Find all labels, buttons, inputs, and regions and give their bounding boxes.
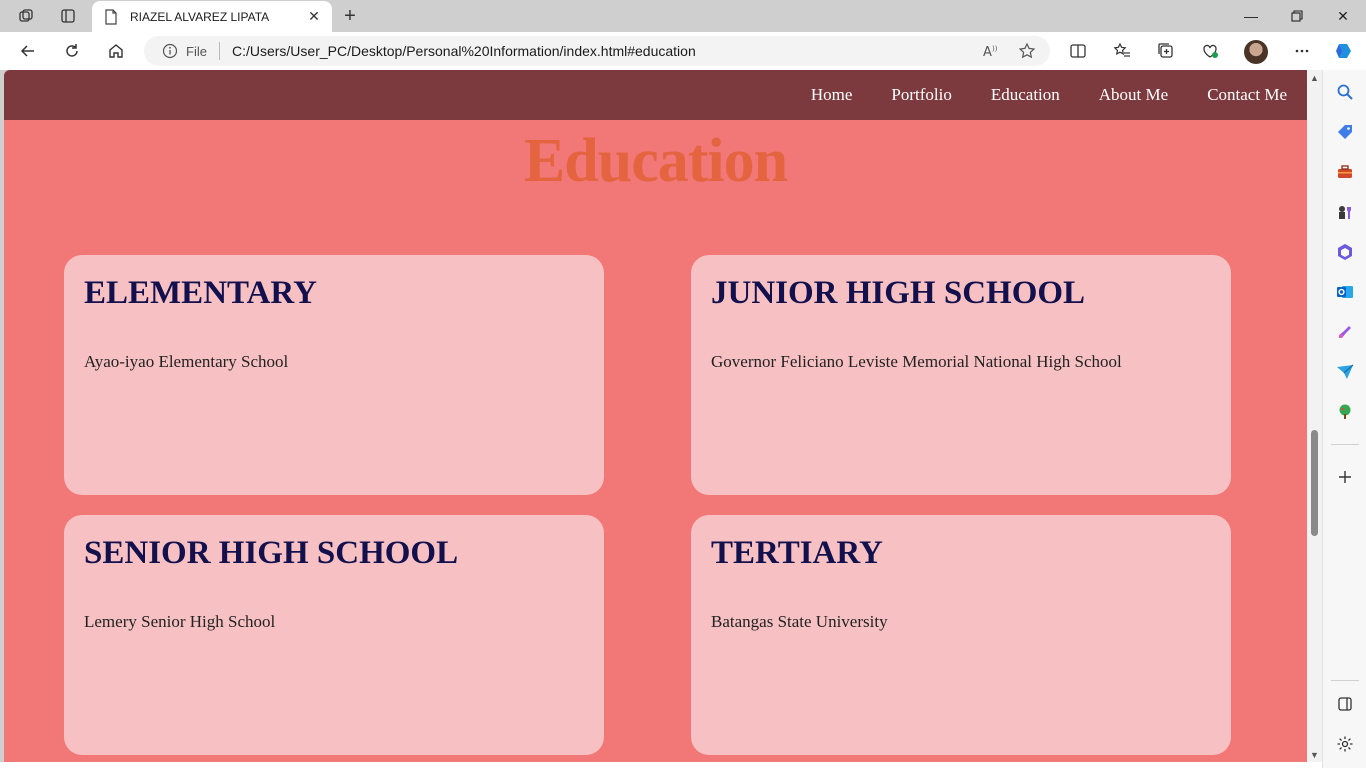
toolbox-icon[interactable] — [1333, 160, 1357, 184]
page-title: Education — [523, 127, 788, 195]
nav-education[interactable]: Education — [991, 85, 1060, 105]
education-card-tertiary: TERTIARY Batangas State University — [691, 515, 1231, 755]
nav-home[interactable]: Home — [811, 85, 853, 105]
read-aloud-icon[interactable]: A)) — [980, 40, 1002, 62]
send-icon[interactable] — [1333, 360, 1357, 384]
browser-essentials-icon[interactable] — [1196, 37, 1224, 65]
svg-text:)): )) — [992, 45, 998, 53]
collections-icon[interactable] — [1152, 37, 1180, 65]
tab-actions-icon[interactable] — [54, 4, 82, 28]
document-icon — [105, 8, 117, 25]
card-school: Batangas State University — [711, 612, 888, 631]
search-icon[interactable] — [1333, 80, 1357, 104]
active-tab[interactable]: RIAZEL ALVAREZ LIPATA ✕ — [92, 1, 332, 32]
close-window-icon[interactable]: ✕ — [1320, 0, 1366, 32]
card-title: TERTIARY — [711, 535, 883, 571]
site-navbar: Home Portfolio Education About Me Contac… — [4, 70, 1307, 120]
split-screen-icon[interactable] — [1064, 37, 1092, 65]
back-icon[interactable] — [14, 37, 42, 65]
education-card-junior-high: JUNIOR HIGH SCHOOL Governor Feliciano Le… — [691, 255, 1231, 495]
scroll-up-arrow-icon[interactable]: ▲ — [1310, 73, 1319, 83]
info-icon[interactable] — [162, 43, 178, 59]
tab-strip: RIAZEL ALVAREZ LIPATA ✕ + — ✕ — [0, 0, 1366, 32]
new-tab-icon[interactable]: + — [338, 4, 362, 28]
card-school: Lemery Senior High School — [84, 612, 276, 631]
scroll-down-arrow-icon[interactable]: ▼ — [1310, 750, 1319, 760]
workspaces-icon[interactable] — [12, 4, 40, 28]
sidebar-toggle-icon[interactable] — [1333, 692, 1357, 716]
card-school: Governor Feliciano Leviste Memorial Nati… — [711, 352, 1122, 371]
card-school: Ayao-iyao Elementary School — [84, 352, 289, 371]
chess-icon[interactable] — [1333, 200, 1357, 224]
card-title: JUNIOR HIGH SCHOOL — [711, 275, 1086, 311]
office-icon[interactable] — [1333, 240, 1357, 264]
tag-icon[interactable] — [1333, 120, 1357, 144]
window-bottom-edge — [0, 762, 1322, 768]
profile-avatar[interactable] — [1244, 40, 1268, 64]
add-icon[interactable] — [1333, 465, 1357, 489]
tree-icon[interactable] — [1333, 400, 1357, 424]
nav-portfolio[interactable]: Portfolio — [891, 85, 951, 105]
more-menu-icon[interactable] — [1288, 37, 1316, 65]
nav-about-me[interactable]: About Me — [1099, 85, 1168, 105]
favorite-star-icon[interactable] — [1016, 40, 1038, 62]
restore-icon[interactable] — [1274, 0, 1320, 32]
svg-text:A: A — [983, 45, 992, 59]
favorites-icon[interactable] — [1108, 37, 1136, 65]
refresh-icon[interactable] — [58, 37, 86, 65]
minimize-icon[interactable]: — — [1228, 0, 1274, 32]
edge-sidebar — [1322, 70, 1366, 768]
url-text[interactable]: C:/Users/User_PC/Desktop/Personal%20Info… — [232, 43, 966, 59]
tab-title: RIAZEL ALVAREZ LIPATA — [130, 9, 270, 24]
copilot-icon[interactable] — [1330, 37, 1358, 65]
education-card-elementary: ELEMENTARY Ayao-iyao Elementary School — [64, 255, 604, 495]
close-tab-icon[interactable]: ✕ — [306, 8, 322, 25]
education-card-senior-high: SENIOR HIGH SCHOOL Lemery Senior High Sc… — [64, 515, 604, 755]
designer-icon[interactable] — [1333, 320, 1357, 344]
home-icon[interactable] — [102, 37, 130, 65]
file-label: File — [186, 43, 207, 59]
outlook-icon[interactable] — [1333, 280, 1357, 304]
scrollbar-thumb[interactable] — [1311, 430, 1318, 536]
browser-toolbar: File C:/Users/User_PC/Desktop/Personal%2… — [0, 32, 1366, 70]
nav-contact-me[interactable]: Contact Me — [1207, 85, 1287, 105]
sidebar-divider — [1331, 444, 1359, 445]
address-separator — [218, 42, 220, 60]
page-scrollbar[interactable]: ▲ ▼ — [1307, 70, 1322, 762]
card-title: SENIOR HIGH SCHOOL — [84, 535, 459, 571]
sidebar-divider — [1331, 680, 1359, 681]
card-title: ELEMENTARY — [84, 275, 317, 311]
page-viewport: Home Portfolio Education About Me Contac… — [4, 70, 1307, 762]
settings-icon[interactable] — [1333, 732, 1357, 756]
address-bar[interactable]: File C:/Users/User_PC/Desktop/Personal%2… — [144, 36, 1050, 66]
